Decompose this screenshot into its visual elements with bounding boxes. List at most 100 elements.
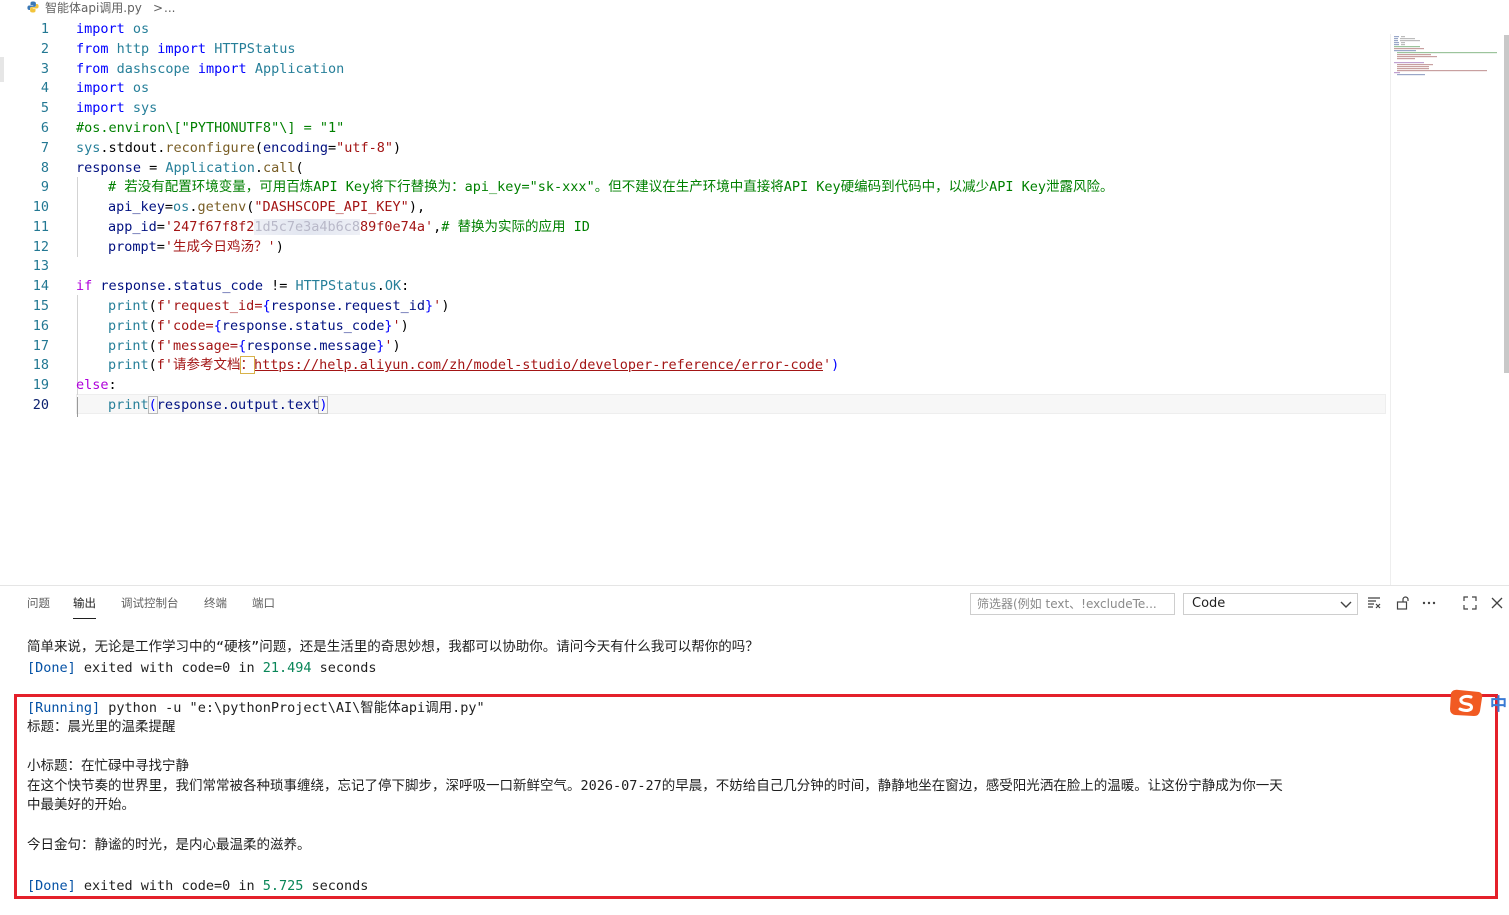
code-token: HTTPStatus xyxy=(206,41,296,57)
code-token: http xyxy=(108,41,158,57)
more-actions-icon[interactable] xyxy=(1421,595,1437,611)
sogou-ime-icon[interactable] xyxy=(1447,687,1485,719)
line-number: 7 xyxy=(40,140,49,156)
clear-output-icon[interactable] xyxy=(1366,595,1382,611)
line-number: 16 xyxy=(32,318,49,334)
output-text: exited with xyxy=(75,660,182,676)
code-token: status_code xyxy=(173,278,263,294)
code-token: ) xyxy=(393,140,402,156)
breadcrumb-more[interactable]: ... xyxy=(164,0,175,17)
doc-link[interactable]: https://help.aliyun.com/zh/model-studio/… xyxy=(254,357,823,373)
elapsed-seconds: 21.494 xyxy=(262,660,312,676)
code-token: print xyxy=(108,357,149,373)
output-filter-input[interactable]: 筛选器(例如 text、!excludeTe... xyxy=(970,593,1175,615)
code-token: = xyxy=(328,140,337,156)
code-token: dashscope xyxy=(108,61,198,77)
code-line: 8 response = Application.call( xyxy=(0,158,1390,178)
code-line: 12 prompt='生成今日鸡汤？') xyxy=(0,237,1390,257)
code-token: Application xyxy=(165,160,255,176)
code-line: 7 sys.stdout.reconfigure(encoding="utf-8"… xyxy=(0,138,1390,158)
code-token: ( xyxy=(254,140,263,156)
output-channel-select[interactable]: Code xyxy=(1183,593,1358,615)
code-token: OK xyxy=(384,278,402,294)
code-token: != xyxy=(262,278,296,294)
code-line: 4 import os xyxy=(0,78,1390,98)
line-number: 4 xyxy=(40,80,49,96)
minimap[interactable] xyxy=(1392,35,1502,79)
code-line: 17 print(f'message={response.message}') xyxy=(0,336,1390,356)
code-comment: # 若没有配置环境变量，可用百炼API Key将下行替换为：api_key="s… xyxy=(108,179,1114,195)
line-number: 5 xyxy=(40,100,49,116)
code-token: = xyxy=(164,199,174,215)
code-token: f'message= xyxy=(156,338,239,354)
code-token: } xyxy=(425,298,434,314)
tab-terminal[interactable]: 终端 xyxy=(204,596,227,618)
code-token: = xyxy=(141,160,166,176)
output-text: seconds xyxy=(311,660,377,676)
code-token: ： xyxy=(239,356,256,374)
line-number: 9 xyxy=(40,179,49,195)
code-line: 1 import os xyxy=(0,19,1390,39)
line-number: 3 xyxy=(40,61,49,77)
code-token: '生成今日鸡汤？' xyxy=(164,239,276,255)
line-number: 18 xyxy=(32,357,49,373)
lock-scroll-icon[interactable] xyxy=(1395,595,1411,611)
code-token: ) xyxy=(441,298,450,314)
code-token: prompt xyxy=(108,239,157,255)
line-number: 10 xyxy=(32,199,49,215)
code-token: from xyxy=(76,61,109,77)
code-token: { xyxy=(238,338,247,354)
code-line: 18 print(f'请参考文档：https://help.aliyun.com/… xyxy=(0,355,1390,375)
code-token: reconfigure xyxy=(165,140,255,156)
code-token: '247f67f8f2 xyxy=(164,219,255,235)
code-token: Application xyxy=(246,61,345,77)
code-token: response.request_id xyxy=(270,298,426,314)
annotation-highlight-box xyxy=(14,694,1498,899)
code-token: } xyxy=(384,318,393,334)
code-token: response.output.text xyxy=(156,397,320,413)
tab-output[interactable]: 输出 xyxy=(73,596,96,619)
output-line: 简单来说，无论是工作学习中的“硬核”问题，还是生活里的奇思妙想，我都可以协助你。… xyxy=(27,639,759,655)
code-token: sys xyxy=(76,140,101,156)
maximize-panel-icon[interactable] xyxy=(1462,595,1478,611)
code-line: 14 if response.status_code != HTTPStatus.… xyxy=(0,276,1390,296)
code-token: "DASHSCOPE_API_KEY" xyxy=(254,199,409,215)
code-token: f'code= xyxy=(156,318,214,334)
line-number: 2 xyxy=(40,41,49,57)
tab-debug-console[interactable]: 调试控制台 xyxy=(121,596,179,618)
code-token: print xyxy=(108,298,149,314)
tab-ports[interactable]: 端口 xyxy=(252,596,275,618)
code-token: app_id xyxy=(108,219,157,235)
code-token: response xyxy=(76,160,142,176)
code-token: ( xyxy=(147,396,158,414)
line-number: 11 xyxy=(32,219,49,235)
code-line: 9 # 若没有配置环境变量，可用百炼API Key将下行替换为：api_key="… xyxy=(0,177,1390,197)
breadcrumb: 智能体api调用.py > ... xyxy=(0,0,1509,17)
code-token: os xyxy=(124,80,150,96)
breadcrumb-file[interactable]: 智能体api调用.py xyxy=(45,0,142,17)
code-comment: #os.environ\["PYTHONUTF8"\] = "1" xyxy=(76,120,345,136)
code-token: ' xyxy=(384,338,393,354)
line-number: 20 xyxy=(32,397,49,413)
tab-problems[interactable]: 问题 xyxy=(27,596,50,618)
editor-scrollbar[interactable] xyxy=(1504,35,1509,373)
code-token: ' xyxy=(823,357,832,373)
code-editor[interactable]: 1 import os 2 from http import HTTPStatus … xyxy=(0,17,1509,602)
code-token: ( xyxy=(148,338,157,354)
code-line: 11 app_id='247f67f8f21d5c7e3a4b6c889f0e74… xyxy=(0,217,1390,237)
code-token: print xyxy=(108,318,149,334)
line-number: 12 xyxy=(32,239,49,255)
code-token: HTTPStatus xyxy=(295,278,377,294)
code-line: 13 xyxy=(0,256,1390,276)
breadcrumb-separator: > xyxy=(153,1,164,15)
code-token: f'请参考文档 xyxy=(156,357,241,373)
code-token: print xyxy=(108,397,149,413)
code-token: f'request_id= xyxy=(156,298,263,314)
ime-language-indicator[interactable]: 中 xyxy=(1490,690,1507,715)
code-token: getenv xyxy=(197,199,247,215)
code-token: ( xyxy=(148,318,157,334)
code-token: sys xyxy=(124,100,158,116)
close-panel-icon[interactable] xyxy=(1489,595,1505,611)
code-token: = xyxy=(156,219,165,235)
code-token: : xyxy=(108,377,117,393)
